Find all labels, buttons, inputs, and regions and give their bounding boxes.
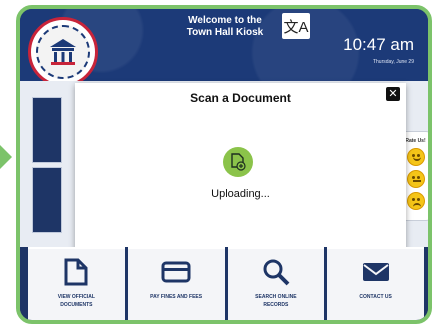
scan-document-modal: Scan a Document ✕ Uploading... <box>75 83 406 257</box>
tile-label: SEARCH ONLINE RECORDS <box>255 294 297 308</box>
welcome-title: Welcome to the Town Hall Kiosk <box>170 15 280 39</box>
side-card-bottom[interactable] <box>32 167 62 233</box>
pay-fines-button[interactable]: PAY FINES AND FEES <box>127 247 225 320</box>
bottom-nav: VIEW OFFICIAL DOCUMENTS PAY FINES AND FEE… <box>20 247 428 320</box>
translate-icon: 文A <box>283 18 309 36</box>
search-icon <box>263 259 290 286</box>
kiosk-frame: Welcome to the Town Hall Kiosk 文A 10:47 … <box>16 5 432 324</box>
translate-button[interactable]: 文A <box>282 13 310 39</box>
contact-us-button[interactable]: CONTACT US <box>327 247 424 320</box>
welcome-line-1: Welcome to the <box>188 15 262 26</box>
mail-icon <box>362 263 389 281</box>
upload-status: Uploading... <box>211 188 270 200</box>
modal-title: Scan a Document <box>190 91 291 105</box>
neutral-face-icon[interactable] <box>406 170 425 188</box>
tile-label: VIEW OFFICIAL DOCUMENTS <box>57 294 95 308</box>
date: Thursday, June 29 <box>372 59 414 65</box>
tile-label: CONTACT US <box>359 294 392 300</box>
document-icon <box>64 258 88 286</box>
clock: 10:47 am <box>343 35 414 54</box>
sad-face-icon[interactable] <box>406 192 425 210</box>
header: Welcome to the Town Hall Kiosk 文A 10:47 … <box>20 9 428 87</box>
kiosk-screenshot: Welcome to the Town Hall Kiosk 文A 10:47 … <box>0 0 435 326</box>
government-seal <box>28 17 98 87</box>
view-documents-button[interactable]: VIEW OFFICIAL DOCUMENTS <box>28 247 125 320</box>
document-upload-icon <box>223 147 253 177</box>
search-records-button[interactable]: SEARCH ONLINE RECORDS <box>227 247 325 320</box>
town-hall-icon <box>36 25 90 79</box>
welcome-line-2: Town Hall Kiosk <box>186 27 264 38</box>
side-card-top[interactable] <box>32 97 62 163</box>
credit-card-icon <box>161 261 191 283</box>
pointer-arrow-icon <box>0 145 12 169</box>
tile-label: PAY FINES AND FEES <box>150 294 203 300</box>
happy-face-icon[interactable] <box>406 148 425 166</box>
close-button[interactable]: ✕ <box>386 87 400 101</box>
